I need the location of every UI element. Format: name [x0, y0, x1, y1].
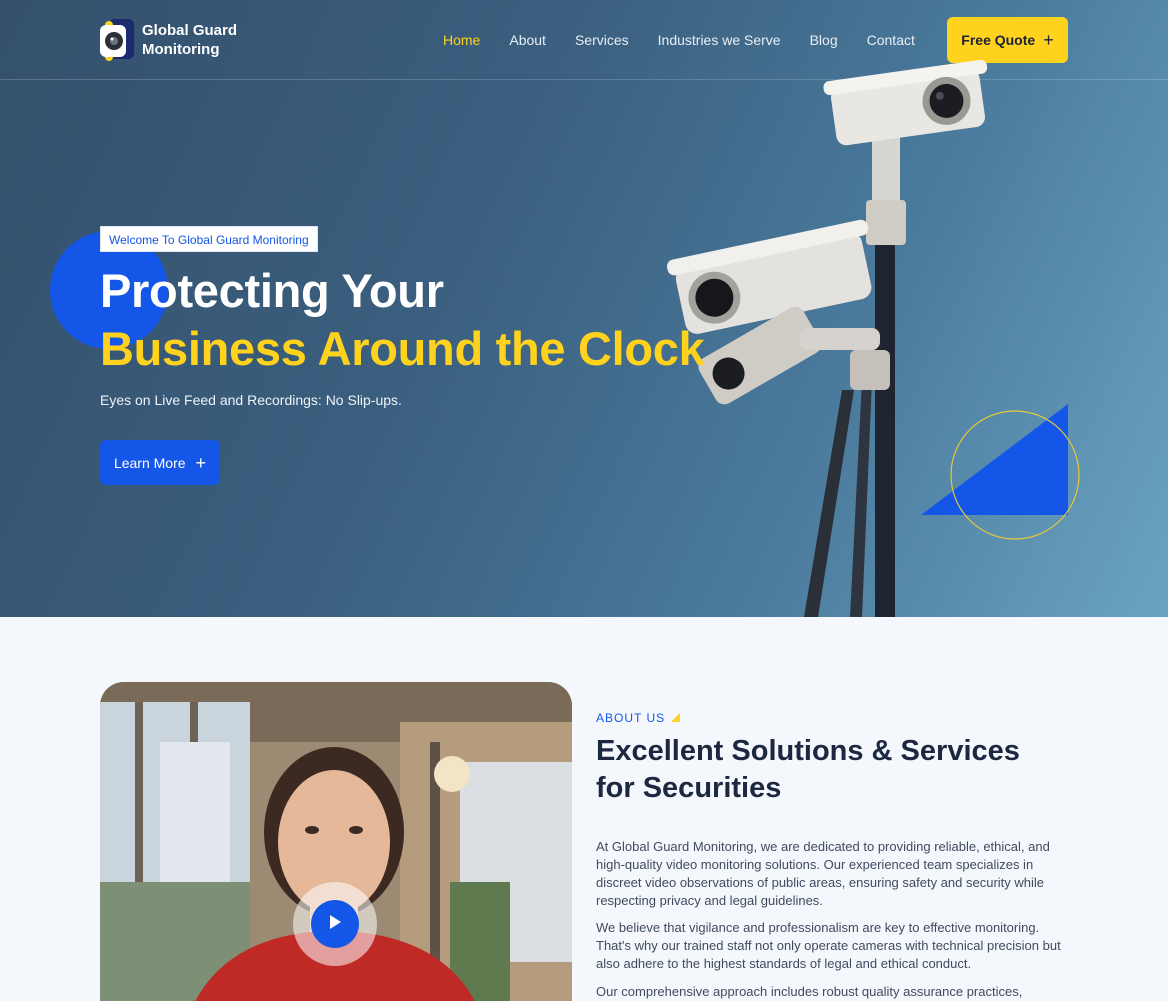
- hero-subtitle: Eyes on Live Feed and Recordings: No Sli…: [100, 392, 402, 408]
- play-icon: [328, 914, 342, 935]
- plus-icon: +: [195, 452, 207, 473]
- about-eyebrow: ABOUT US: [596, 711, 681, 725]
- play-button[interactable]: [311, 900, 359, 948]
- logo-text: Global Guard Monitoring: [142, 21, 237, 59]
- triangle-marker-icon: [671, 711, 681, 725]
- nav-link-about[interactable]: About: [509, 32, 546, 48]
- free-quote-label: Free Quote: [961, 32, 1036, 48]
- nav-link-home[interactable]: Home: [443, 32, 480, 48]
- logo-line-2: Monitoring: [142, 41, 220, 58]
- nav-link-services[interactable]: Services: [575, 32, 629, 48]
- about-paragraph-2: We believe that vigilance and profession…: [596, 920, 1061, 971]
- hero-title-line-2: Business Around the Clock: [100, 322, 705, 375]
- hero-title: Protecting Your Business Around the Cloc…: [100, 262, 705, 378]
- learn-more-label: Learn More: [113, 454, 186, 471]
- logo[interactable]: Global Guard Monitoring: [100, 17, 237, 63]
- nav-link-industries[interactable]: Industries we Serve: [658, 32, 781, 48]
- triangle-icon: [921, 404, 1080, 540]
- about-eyebrow-label: ABOUT US: [596, 711, 666, 725]
- free-quote-button[interactable]: Free Quote +: [947, 17, 1068, 63]
- about-paragraph-3: Our comprehensive approach includes robu…: [596, 984, 1023, 999]
- nav-link-contact[interactable]: Contact: [867, 32, 915, 48]
- camera-logo-icon: [100, 17, 134, 63]
- logo-line-1: Global Guard: [142, 22, 238, 39]
- nav-menu: Home About Services Industries we Serve …: [443, 32, 944, 48]
- about-heading: Excellent Solutions & Services for Secur…: [596, 735, 1020, 804]
- hero-title-line-1: Protecting Your: [100, 264, 444, 317]
- about-video-thumbnail[interactable]: [100, 682, 572, 1001]
- hero-section: Global Guard Monitoring Home About Servi…: [0, 0, 1168, 617]
- plus-icon: +: [1043, 30, 1054, 50]
- about-paragraph-1: At Global Guard Monitoring, we are dedic…: [596, 839, 1050, 908]
- welcome-tag: Welcome To Global Guard Monitoring: [100, 226, 318, 252]
- nav-link-blog[interactable]: Blog: [810, 32, 838, 48]
- learn-more-button[interactable]: Learn More +: [100, 440, 220, 485]
